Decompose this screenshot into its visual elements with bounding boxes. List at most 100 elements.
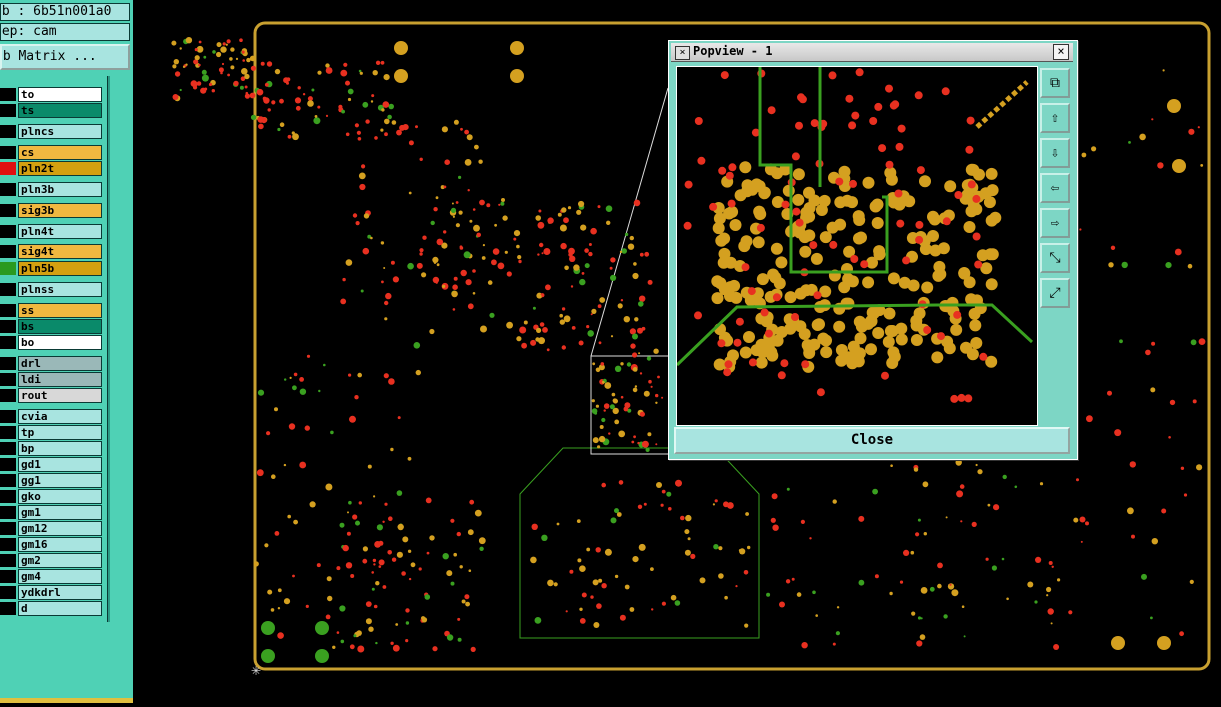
- close-button[interactable]: Close: [674, 427, 1070, 454]
- layer-label[interactable]: ldi: [18, 372, 102, 387]
- layer-swatch[interactable]: [0, 88, 16, 101]
- layer-label[interactable]: drl: [18, 356, 102, 371]
- zoom-in-icon[interactable]: ⤢: [1040, 278, 1070, 308]
- layer-swatch[interactable]: [0, 586, 16, 599]
- layer-swatch[interactable]: [0, 283, 16, 296]
- layer-swatch[interactable]: [0, 146, 16, 159]
- layer-list-scrollbar[interactable]: [108, 76, 130, 622]
- layer-label[interactable]: cs: [18, 145, 102, 160]
- pan-right-icon[interactable]: ⇨: [1040, 208, 1070, 238]
- layer-row-gm1[interactable]: gm1: [0, 505, 104, 520]
- zoom-fit-icon[interactable]: ⧉: [1040, 68, 1070, 98]
- layer-swatch[interactable]: [0, 125, 16, 138]
- layer-row-pln2t[interactable]: pln2t: [0, 161, 104, 176]
- layer-row-to[interactable]: to: [0, 87, 104, 102]
- layer-swatch[interactable]: [0, 389, 16, 402]
- layer-row-ldi[interactable]: ldi: [0, 372, 104, 387]
- layer-swatch[interactable]: [0, 225, 16, 238]
- layer-swatch[interactable]: [0, 357, 16, 370]
- layer-row-d[interactable]: d: [0, 601, 104, 616]
- layer-row-ss[interactable]: ss: [0, 303, 104, 318]
- layer-swatch[interactable]: [0, 204, 16, 217]
- layer-label[interactable]: gm1: [18, 505, 102, 520]
- layer-label[interactable]: cvia: [18, 409, 102, 424]
- layer-row-pln3b[interactable]: pln3b: [0, 182, 104, 197]
- layer-label[interactable]: to: [18, 87, 102, 102]
- layer-row-cs[interactable]: cs: [0, 145, 104, 160]
- layer-label[interactable]: pln5b: [18, 261, 102, 276]
- layer-swatch[interactable]: [0, 458, 16, 471]
- layer-row-pln5b[interactable]: pln5b: [0, 261, 104, 276]
- layer-swatch[interactable]: [0, 373, 16, 386]
- layer-label[interactable]: plncs: [18, 124, 102, 139]
- layer-row-gm12[interactable]: gm12: [0, 521, 104, 536]
- layer-row-gm2[interactable]: gm2: [0, 553, 104, 568]
- layer-row-ts[interactable]: ts: [0, 103, 104, 118]
- layer-label[interactable]: gg1: [18, 473, 102, 488]
- layer-label[interactable]: rout: [18, 388, 102, 403]
- layer-label[interactable]: ts: [18, 103, 102, 118]
- layer-swatch[interactable]: [0, 262, 16, 275]
- layer-label[interactable]: gko: [18, 489, 102, 504]
- layer-swatch[interactable]: [0, 410, 16, 423]
- layer-row-cvia[interactable]: cvia: [0, 409, 104, 424]
- layer-label[interactable]: d: [18, 601, 102, 616]
- layer-row-sig4t[interactable]: sig4t: [0, 244, 104, 259]
- layer-label[interactable]: bp: [18, 441, 102, 456]
- zoom-out-icon[interactable]: ⤡: [1040, 243, 1070, 273]
- layer-label[interactable]: pln4t: [18, 224, 102, 239]
- layer-row-gg1[interactable]: gg1: [0, 473, 104, 488]
- layer-swatch[interactable]: [0, 602, 16, 615]
- layer-label[interactable]: ss: [18, 303, 102, 318]
- layer-row-gd1[interactable]: gd1: [0, 457, 104, 472]
- layer-swatch[interactable]: [0, 490, 16, 503]
- layer-swatch[interactable]: [0, 304, 16, 317]
- layer-row-plnss[interactable]: plnss: [0, 282, 104, 297]
- layer-swatch[interactable]: [0, 245, 16, 258]
- layer-swatch[interactable]: [0, 506, 16, 519]
- close-icon[interactable]: ×: [1053, 44, 1069, 60]
- layer-row-bs[interactable]: bs: [0, 319, 104, 334]
- layer-label[interactable]: gm4: [18, 569, 102, 584]
- layer-label[interactable]: sig4t: [18, 244, 102, 259]
- layer-label[interactable]: gm12: [18, 521, 102, 536]
- layer-row-ydkdrl[interactable]: ydkdrl: [0, 585, 104, 600]
- layer-swatch[interactable]: [0, 570, 16, 583]
- layer-row-gko[interactable]: gko: [0, 489, 104, 504]
- layer-swatch[interactable]: [0, 162, 16, 175]
- pan-up-icon[interactable]: ⇧: [1040, 103, 1070, 133]
- layer-row-gm16[interactable]: gm16: [0, 537, 104, 552]
- layer-row-bo[interactable]: bo: [0, 335, 104, 350]
- layer-swatch[interactable]: [0, 538, 16, 551]
- layer-swatch[interactable]: [0, 336, 16, 349]
- layer-row-sig3b[interactable]: sig3b: [0, 203, 104, 218]
- layer-row-drl[interactable]: drl: [0, 356, 104, 371]
- layer-swatch[interactable]: [0, 554, 16, 567]
- layer-row-rout[interactable]: rout: [0, 388, 104, 403]
- layer-row-pln4t[interactable]: pln4t: [0, 224, 104, 239]
- layer-row-tp[interactable]: tp: [0, 425, 104, 440]
- layer-row-gm4[interactable]: gm4: [0, 569, 104, 584]
- layer-swatch[interactable]: [0, 522, 16, 535]
- layer-label[interactable]: ydkdrl: [18, 585, 102, 600]
- popview-titlebar[interactable]: × Popview - 1 ×: [671, 43, 1073, 62]
- layer-label[interactable]: plnss: [18, 282, 102, 297]
- layer-row-bp[interactable]: bp: [0, 441, 104, 456]
- layer-label[interactable]: tp: [18, 425, 102, 440]
- layer-label[interactable]: bo: [18, 335, 102, 350]
- popview-zoom-area[interactable]: [676, 66, 1038, 426]
- pan-left-icon[interactable]: ⇦: [1040, 173, 1070, 203]
- layer-label[interactable]: gm16: [18, 537, 102, 552]
- layer-label[interactable]: sig3b: [18, 203, 102, 218]
- layer-label[interactable]: pln3b: [18, 182, 102, 197]
- layer-swatch[interactable]: [0, 104, 16, 117]
- layer-swatch[interactable]: [0, 426, 16, 439]
- layer-swatch[interactable]: [0, 474, 16, 487]
- layer-label[interactable]: gd1: [18, 457, 102, 472]
- job-matrix-button[interactable]: ob Matrix ...: [0, 44, 130, 70]
- layer-swatch[interactable]: [0, 183, 16, 196]
- layer-swatch[interactable]: [0, 442, 16, 455]
- layer-row-plncs[interactable]: plncs: [0, 124, 104, 139]
- layer-label[interactable]: gm2: [18, 553, 102, 568]
- layer-label[interactable]: bs: [18, 319, 102, 334]
